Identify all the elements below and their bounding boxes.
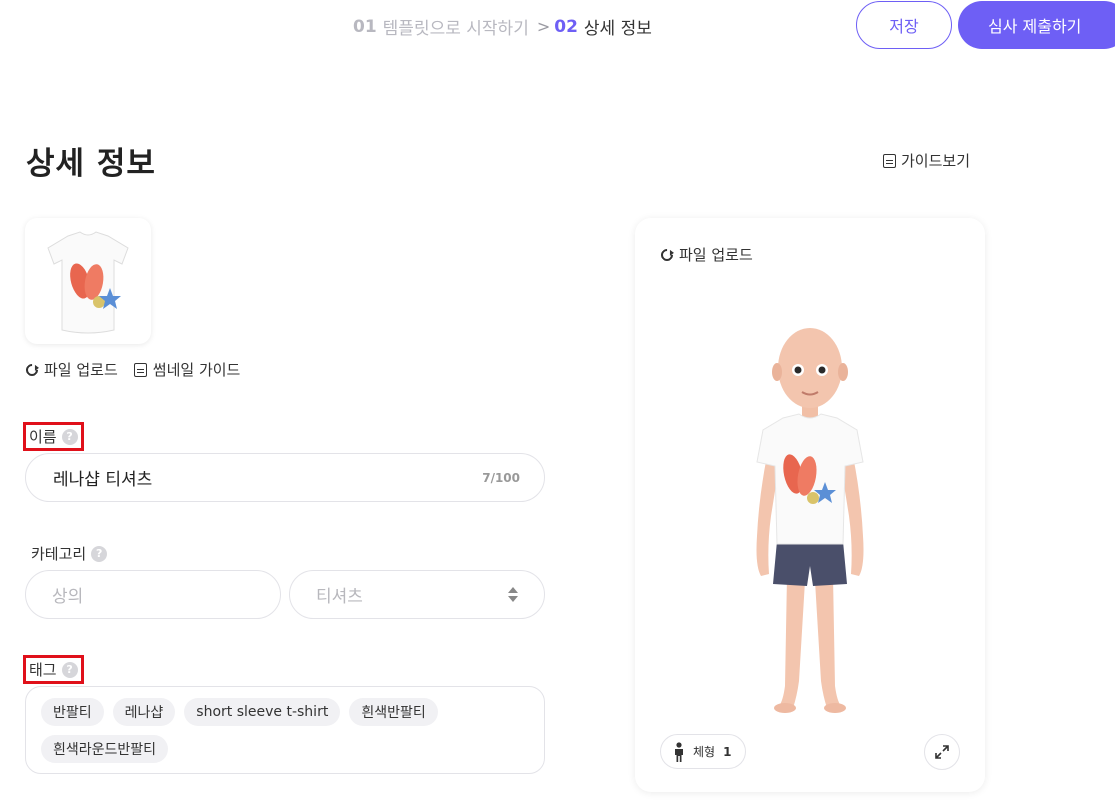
save-button[interactable]: 저장 — [856, 1, 952, 49]
tag-chip[interactable]: 흰색라운드반팔티 — [41, 735, 169, 763]
name-label-text: 이름 — [29, 428, 57, 446]
document-icon — [133, 362, 147, 377]
step-breadcrumb: 01 템플릿으로 시작하기 > 02 상세 정보 — [353, 14, 652, 40]
thumbnail-actions: 파일 업로드 썸네일 가이드 — [23, 359, 241, 380]
tags-field-label: 태그 ? — [23, 655, 84, 684]
tag-chip[interactable]: 레나샵 — [112, 698, 176, 726]
select-arrows-icon — [508, 587, 518, 602]
tshirt-thumbnail — [47, 231, 129, 334]
help-icon[interactable]: ? — [91, 545, 108, 562]
name-input[interactable]: 레나샵 티셔츠 7/100 — [25, 453, 545, 502]
step1-number: 01 — [353, 16, 377, 37]
name-field-label: 이름 ? — [23, 422, 84, 451]
avatar-preview-panel: 파일 업로드 체형 1 — [635, 218, 985, 792]
category-secondary-placeholder: 티셔츠 — [316, 587, 363, 607]
tags-label-text: 태그 — [29, 661, 57, 679]
thumbnail-guide-label: 썸네일 가이드 — [152, 361, 241, 379]
body-type-selector[interactable]: 체형 1 — [660, 734, 747, 769]
refresh-icon — [23, 361, 41, 378]
category-label-text: 카테고리 — [31, 545, 87, 563]
submit-review-button[interactable]: 심사 제출하기 — [958, 1, 1115, 49]
step2-label: 상세 정보 — [583, 19, 652, 39]
category-secondary-select[interactable]: 티셔츠 — [289, 570, 545, 619]
tag-chip[interactable]: short sleeve t-shirt — [184, 698, 341, 726]
thumbnail-guide-button[interactable]: 썸네일 가이드 — [133, 359, 241, 380]
tag-chip[interactable]: 흰색반팔티 — [349, 698, 438, 726]
category-field-label: 카테고리 ? — [31, 543, 108, 564]
thumbnail-image — [25, 218, 151, 344]
tag-chip[interactable]: 반팔티 — [41, 698, 104, 726]
step-separator: > — [536, 17, 551, 36]
preview-upload-label: 파일 업로드 — [679, 246, 753, 264]
preview-upload-button[interactable]: 파일 업로드 — [658, 244, 753, 265]
tags-input[interactable]: 반팔티 레나샵 short sleeve t-shirt 흰색반팔티 흰색라운드… — [25, 686, 545, 774]
expand-icon — [935, 745, 949, 759]
step2-number: 02 — [554, 16, 578, 37]
help-icon[interactable]: ? — [61, 661, 78, 678]
thumbnail-upload-label: 파일 업로드 — [44, 361, 118, 379]
category-primary-select[interactable]: 상의 — [25, 570, 281, 619]
thumbnail-upload-button[interactable]: 파일 업로드 — [23, 359, 118, 380]
refresh-icon — [658, 246, 676, 263]
name-input-value: 레나샵 티셔츠 — [53, 470, 153, 490]
expand-button[interactable] — [924, 734, 960, 770]
category-primary-placeholder: 상의 — [52, 587, 84, 607]
body-type-value: 1 — [723, 744, 732, 759]
body-type-label: 체형 — [693, 745, 716, 759]
name-char-counter: 7/100 — [482, 470, 520, 485]
help-icon[interactable]: ? — [61, 428, 78, 445]
person-icon — [675, 741, 683, 762]
guide-link-label: 가이드보기 — [901, 152, 971, 170]
page-title: 상세 정보 — [26, 146, 156, 182]
guide-link[interactable]: 가이드보기 — [883, 150, 970, 171]
document-icon — [883, 153, 896, 168]
avatar-model — [756, 328, 864, 713]
step1-label[interactable]: 템플릿으로 시작하기 — [383, 14, 529, 39]
